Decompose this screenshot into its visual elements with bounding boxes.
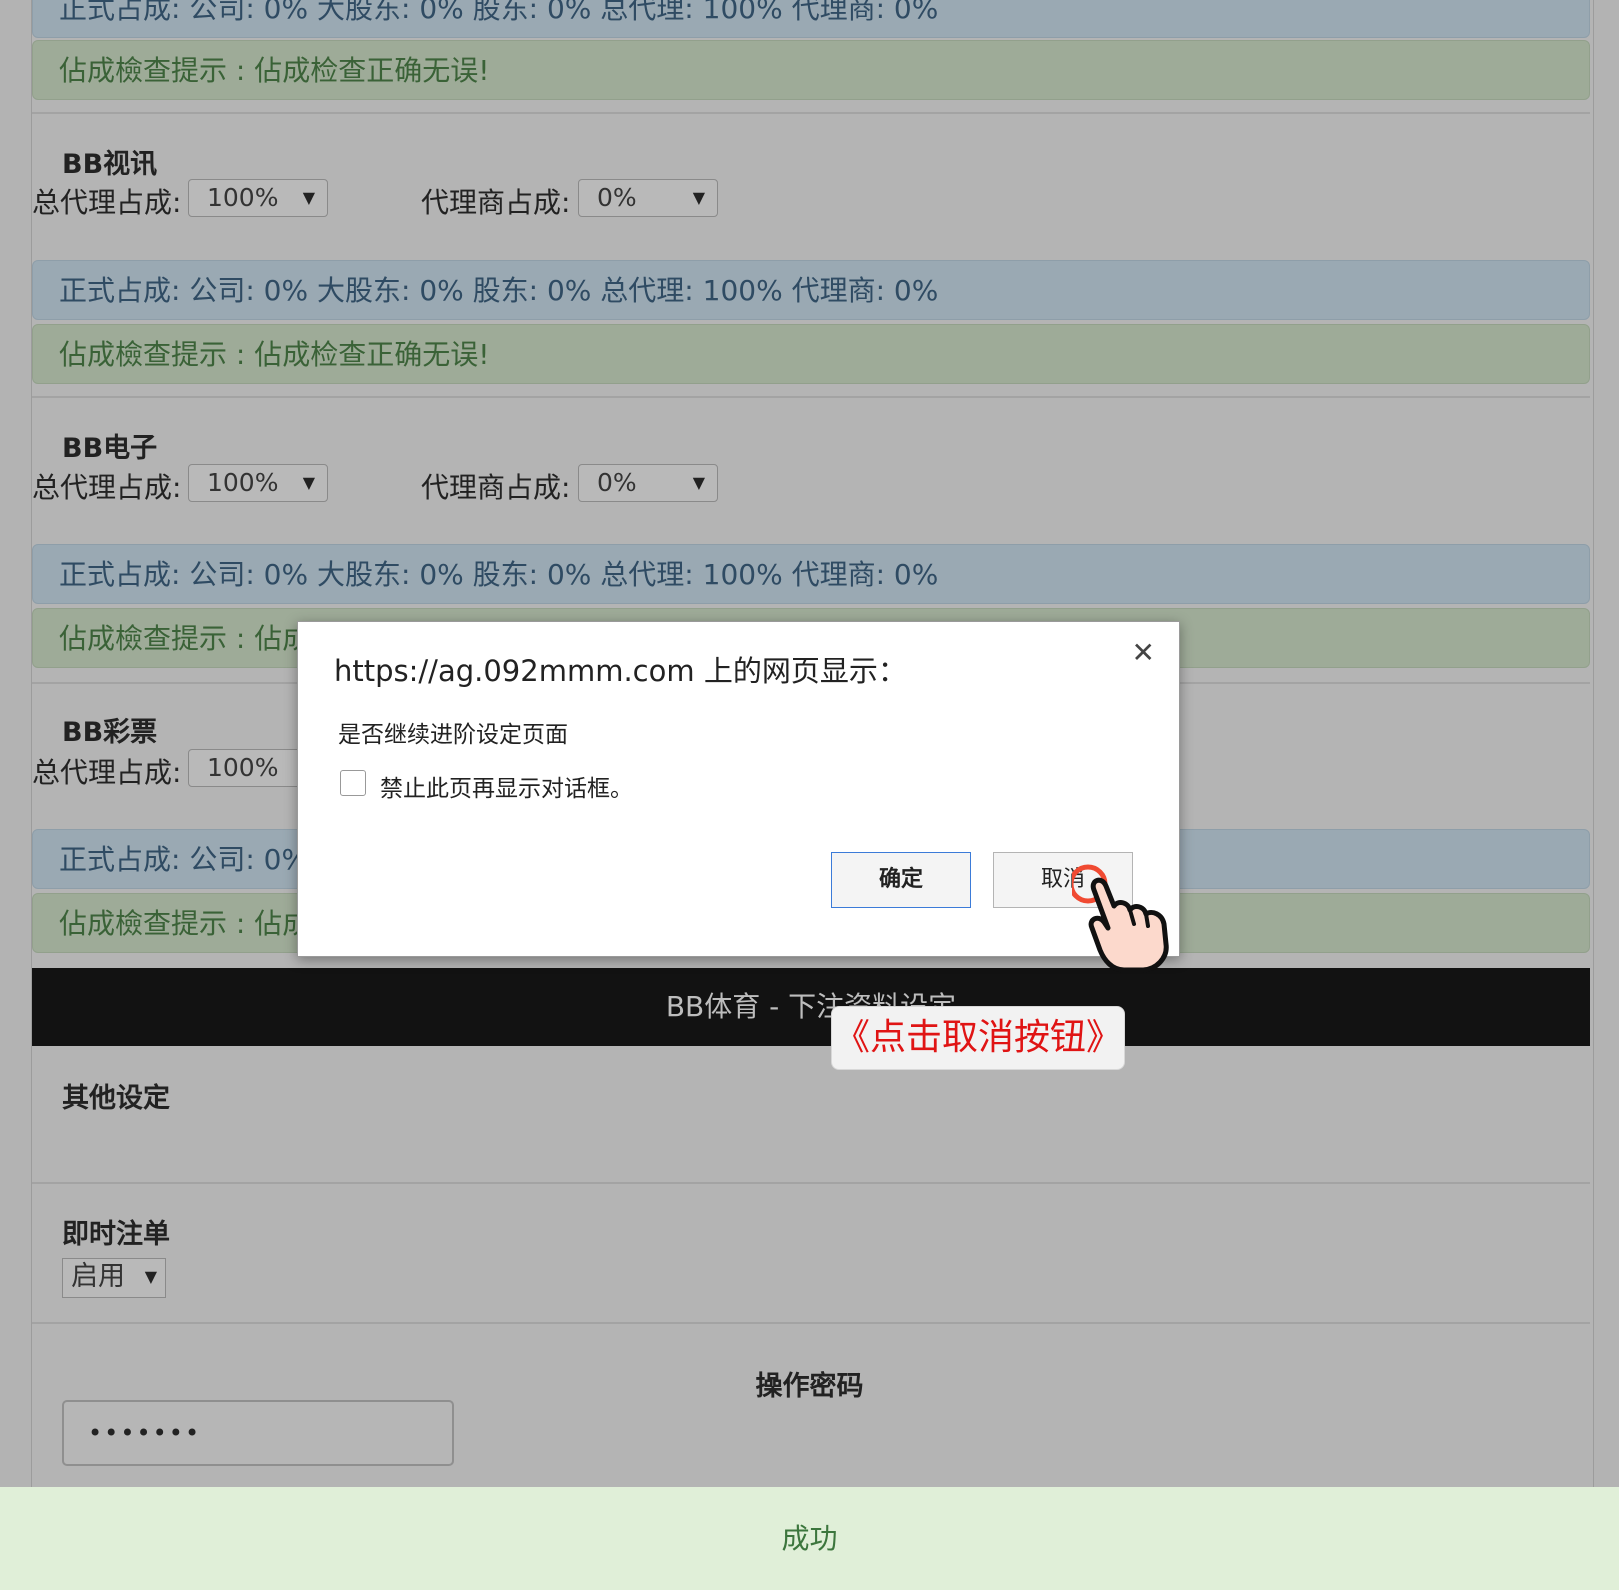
suppress-dialog-label[interactable]: 禁止此页再显示对话框。 <box>380 769 633 803</box>
select-value: 100% <box>207 183 279 212</box>
success-alert: 成功 <box>0 1487 1619 1590</box>
check-tip-text: 佔成檢查提示 : 佔成检查正确无误! <box>59 338 490 371</box>
success-text: 成功 <box>781 1522 838 1555</box>
formal-share-text: 正式占成: 公司: 0% 大股东: 0% 股东: 0% 总代理: 100% 代理… <box>59 274 939 307</box>
select-value: 100% <box>207 468 279 497</box>
check-tip-alert: 佔成檢查提示 : 佔成检查正确无误! <box>32 324 1590 384</box>
agent-select[interactable]: 0% ▼ <box>578 179 718 217</box>
dropdown-arrow-icon: ▼ <box>302 188 315 207</box>
agent-select[interactable]: 0% ▼ <box>578 464 718 502</box>
dropdown-arrow-icon: ▼ <box>144 1267 157 1286</box>
select-value: 100% <box>207 753 279 782</box>
dropdown-arrow-icon: ▼ <box>692 473 705 492</box>
formal-share-text: 正式占成: 公司: 0% 大股东: 0% 股东: 0% 总代理: 100% 代理… <box>59 558 939 591</box>
agent-label: 代理商占成: <box>421 471 571 504</box>
section-title-video: BB视讯 <box>62 149 158 180</box>
check-tip-text: 佔成檢查提示 : 佔成 <box>59 907 311 940</box>
sports-settings-header: BB体育 - 下注资料设定 <box>32 968 1590 1046</box>
total-agent-label: 总代理占成: <box>32 186 182 219</box>
check-tip-alert: 佔成檢查提示 : 佔成检查正确无误! <box>32 40 1590 100</box>
ok-button[interactable]: 确定 <box>831 852 971 908</box>
instant-bet-select[interactable]: 启用 ▼ <box>62 1258 166 1298</box>
dropdown-arrow-icon: ▼ <box>692 188 705 207</box>
check-tip-text: 佔成檢查提示 : 佔成检查正确无误! <box>59 54 490 87</box>
section-title-electronic: BB电子 <box>62 433 158 464</box>
password-title: 操作密码 <box>755 1371 864 1402</box>
dialog-message: 是否继续进阶设定页面 <box>338 722 568 748</box>
divider <box>32 1182 1590 1184</box>
formal-share-text: 正式占成: 公司: 0% <box>59 843 309 876</box>
close-icon[interactable]: ✕ <box>1132 636 1155 669</box>
select-value: 0% <box>597 183 637 212</box>
formal-share-alert: 正式占成: 公司: 0% 大股东: 0% 股东: 0% 总代理: 100% 代理… <box>32 260 1590 320</box>
other-settings-title: 其他设定 <box>62 1083 170 1114</box>
confirm-dialog: https://ag.092mmm.com 上的网页显示： ✕ 是否继续进阶设定… <box>297 621 1180 957</box>
suppress-dialog-checkbox[interactable] <box>340 770 366 796</box>
divider <box>32 112 1590 114</box>
page: 正式占成: 公司: 0% 大股东: 0% 股东: 0% 总代理: 100% 代理… <box>0 0 1619 1590</box>
formal-share-alert: 正式占成: 公司: 0% 大股东: 0% 股东: 0% 总代理: 100% 代理… <box>32 0 1590 38</box>
password-input[interactable]: ••••••• <box>62 1400 454 1466</box>
total-agent-label: 总代理占成: <box>32 756 182 789</box>
total-agent-select[interactable]: 100% ▼ <box>188 179 328 217</box>
pointing-hand-icon <box>1072 864 1169 973</box>
dialog-title: https://ag.092mmm.com 上的网页显示： <box>334 654 907 688</box>
divider <box>32 1322 1590 1324</box>
callout-text: 《点击取消按钮》 <box>833 1017 1122 1058</box>
check-tip-text: 佔成檢查提示 : 佔成 <box>59 622 311 655</box>
total-agent-select[interactable]: 100% ▼ <box>188 464 328 502</box>
section-title-lottery: BB彩票 <box>62 717 158 748</box>
select-value: 启用 <box>71 1261 125 1292</box>
divider <box>32 396 1590 398</box>
select-value: 0% <box>597 468 637 497</box>
instant-bet-title: 即时注单 <box>62 1219 170 1250</box>
total-agent-label: 总代理占成: <box>32 471 182 504</box>
instruction-callout: 《点击取消按钮》 <box>831 1006 1125 1070</box>
formal-share-alert: 正式占成: 公司: 0% 大股东: 0% 股东: 0% 总代理: 100% 代理… <box>32 544 1590 604</box>
formal-share-text: 正式占成: 公司: 0% 大股东: 0% 股东: 0% 总代理: 100% 代理… <box>59 0 939 25</box>
agent-label: 代理商占成: <box>421 186 571 219</box>
dropdown-arrow-icon: ▼ <box>302 473 315 492</box>
